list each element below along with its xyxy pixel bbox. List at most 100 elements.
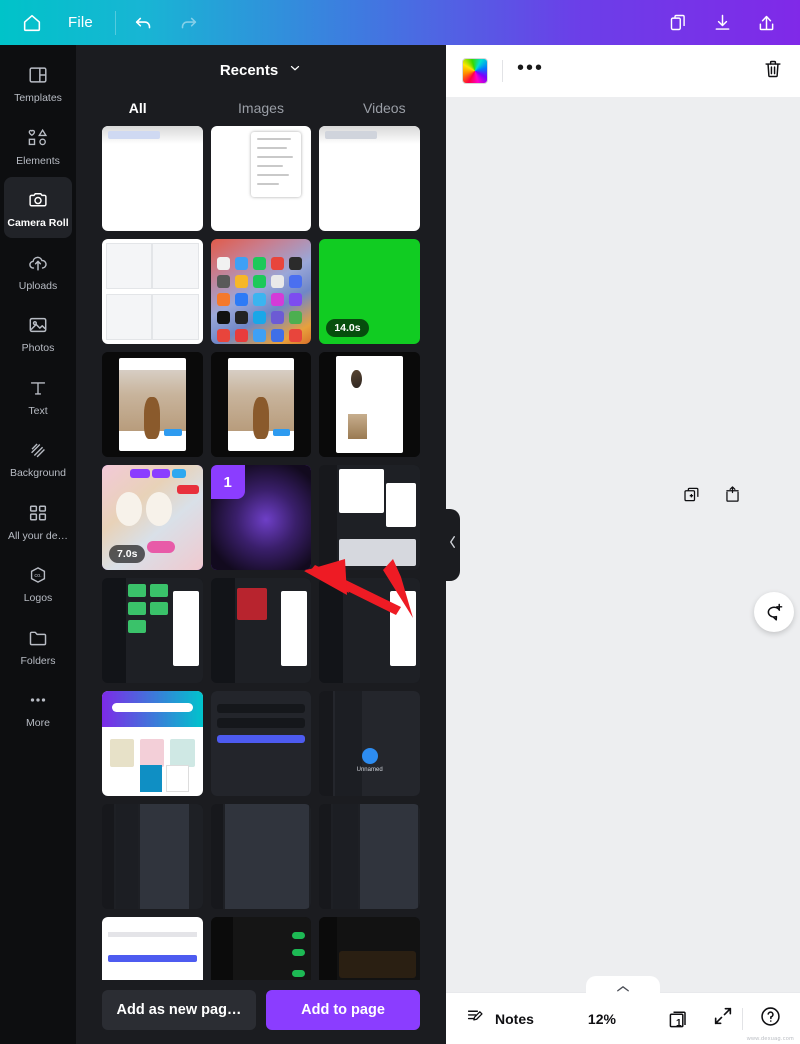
media-thumbnail[interactable] [210,352,312,457]
svg-text:co.: co. [34,574,42,580]
tab-videos[interactable]: Videos [323,94,446,126]
collapse-panel-handle[interactable] [444,508,460,581]
media-thumbnail[interactable] [319,917,420,980]
share-upload-icon[interactable] [744,3,788,43]
add-page-icon[interactable] [723,485,742,509]
media-thumbnail[interactable] [210,917,312,980]
download-icon[interactable] [700,3,744,43]
sidebar-item-all-your-designs[interactable]: All your de… [4,490,72,551]
media-thumbnail[interactable] [319,352,420,457]
thumbnail-image [210,239,312,344]
thumbnail-image [102,352,203,457]
thumbnail-image [102,239,203,344]
media-thumbnail[interactable] [210,126,312,231]
thumbnail-image [319,352,420,457]
media-thumbnail[interactable] [210,804,312,909]
sidebar-item-label: Camera Roll [7,217,69,230]
editor-body: Templates Elements Camera Roll Uploads P… [0,45,800,1044]
redo-icon[interactable] [166,3,210,43]
sidebar-item-logos[interactable]: co. Logos [4,552,72,613]
thumbnail-image [102,126,203,231]
media-thumbnail[interactable]: Unnamed [319,691,420,796]
folder-icon [27,625,49,651]
zoom-level[interactable]: 12% [588,1011,616,1027]
media-thumbnail[interactable] [102,691,203,796]
thumbnail-image [319,917,420,980]
tab-all[interactable]: All [76,94,199,126]
templates-icon [27,62,49,88]
more-dots-icon[interactable]: ••• [517,58,544,84]
sidebar-item-background[interactable]: Background [4,427,72,488]
notes-button[interactable]: Notes [466,1006,534,1032]
sidebar-item-label: Folders [20,654,56,667]
sidebar-item-label: Logos [23,592,53,605]
grid-icon [27,500,49,526]
sidebar-item-photos[interactable]: Photos [4,302,72,363]
canva-editor-app: File Templates Elements Camera Roll Uplo… [0,0,800,1044]
media-thumbnail[interactable] [319,465,420,570]
media-thumbnail[interactable] [319,804,420,909]
sidebar-item-label: Background [9,467,67,480]
chevron-up-icon [617,986,629,992]
thumbnail-image [210,917,312,980]
panel-title: Recents [219,62,279,79]
sidebar-item-text[interactable]: Text [4,365,72,426]
media-thumbnail[interactable] [102,126,203,231]
recents-dropdown[interactable]: Recents [76,45,446,82]
photo-icon [27,312,49,338]
background-icon [27,437,49,463]
sidebar-item-more[interactable]: More [4,677,72,738]
thumbnail-image: Unnamed [319,691,420,796]
media-thumbnail[interactable] [102,917,203,980]
thumbnail-image [210,126,312,231]
sidebar-item-folders[interactable]: Folders [4,615,72,676]
add-comment-icon[interactable] [754,592,794,632]
media-thumbnail[interactable] [319,126,420,231]
page-count-button[interactable]: 1 [666,1007,690,1031]
expand-panel-handle[interactable] [586,976,660,994]
duplicate-page-icon[interactable] [682,485,701,509]
add-as-new-page-button[interactable]: Add as new pag… [102,990,256,1030]
sidebar-item-camera-roll[interactable]: Camera Roll [4,177,72,238]
media-thumbnail[interactable]: 1 [210,465,312,570]
thumbnail-image [319,804,420,909]
panel-actions: Add as new pag… Add to page [76,980,446,1044]
file-menu-button[interactable]: File [52,14,109,31]
expand-arrows-icon[interactable] [712,1005,734,1032]
sidebar-item-label: Templates [14,92,62,104]
media-thumbnail[interactable] [319,578,420,683]
sidebar-item-label: Elements [16,154,60,167]
sidebar-item-label: Text [28,404,48,417]
media-thumbnail[interactable] [102,352,203,457]
media-thumbnail[interactable] [210,239,312,344]
add-to-page-button[interactable]: Add to page [266,990,420,1030]
canvas-area: ••• Notes 12% 1 www.dexuag.com [446,45,800,1044]
notes-icon [466,1006,487,1032]
media-thumbnail[interactable] [102,239,203,344]
home-icon[interactable] [12,12,52,34]
watermark: www.dexuag.com [746,1036,794,1042]
media-thumbnail[interactable] [210,691,312,796]
undo-icon[interactable] [122,3,166,43]
media-thumbnail[interactable] [210,578,312,683]
canvas-viewport[interactable]: + Add page [446,97,800,992]
sidebar-item-uploads[interactable]: Uploads [4,240,72,301]
trash-icon[interactable] [762,58,784,85]
rainbow-color-swatch[interactable] [462,58,488,84]
media-thumbnail[interactable] [102,578,203,683]
sidebar-item-elements[interactable]: Elements [4,115,72,176]
sidebar-item-templates[interactable]: Templates [4,52,72,113]
sidebar-item-label: All your de… [7,529,69,542]
help-circle-icon[interactable] [759,1005,782,1033]
thumbnail-image [210,352,312,457]
duration-badge: 14.0s [326,319,369,337]
camera-roll-panel: Recents All Images Videos 14.0s 7.0s 1 U… [76,45,460,1044]
duplicate-icon[interactable] [656,3,700,43]
media-thumbnail[interactable]: 7.0s [102,465,203,570]
thumbnail-image [102,917,203,980]
media-thumbnail[interactable] [102,804,203,909]
toolbar-divider [742,1007,743,1030]
thumbnail-image [102,578,203,683]
tab-images[interactable]: Images [199,94,322,126]
media-thumbnail[interactable]: 14.0s [319,239,420,344]
